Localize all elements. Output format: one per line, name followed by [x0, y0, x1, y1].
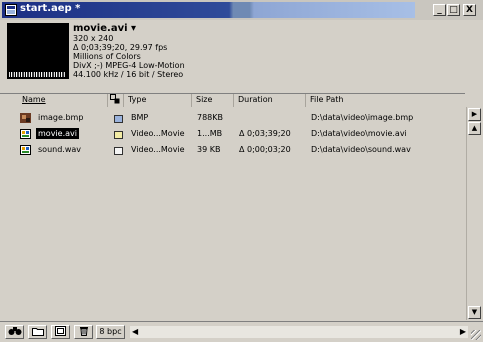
- item-type: Video...Movie: [131, 145, 185, 154]
- window-title: start.aep *: [20, 3, 81, 14]
- folder-icon: [31, 328, 44, 336]
- project-items-list: image.bmp BMP 788KB D:\data\video\image.…: [0, 108, 465, 320]
- maximize-button[interactable]: □: [447, 4, 460, 16]
- image-thumbnail-icon: [20, 113, 31, 123]
- label-swatch[interactable]: [114, 131, 123, 139]
- scroll-down-icon[interactable]: ▼: [468, 306, 481, 319]
- new-composition-button[interactable]: [51, 325, 70, 339]
- scroll-left-icon[interactable]: ◀: [132, 327, 138, 336]
- preview-thumbnail: [7, 23, 69, 79]
- column-header-file-path[interactable]: File Path: [306, 94, 465, 107]
- item-name: image.bmp: [38, 113, 84, 122]
- new-folder-button[interactable]: [28, 325, 47, 339]
- movie-footage-icon: [20, 129, 31, 139]
- item-type: Video...Movie: [131, 129, 185, 138]
- vertical-scrollbar[interactable]: ▶ ▲ ▼: [466, 107, 481, 320]
- delete-button[interactable]: [74, 325, 93, 339]
- bottom-toolbar: 8 bpc ◀ ▶: [0, 321, 483, 342]
- list-item[interactable]: image.bmp BMP 788KB D:\data\video\image.…: [0, 110, 465, 126]
- panel-menu-arrow-icon[interactable]: ▶: [468, 108, 481, 121]
- scroll-up-icon[interactable]: ▲: [468, 122, 481, 135]
- preview-thumbnail-strip: [9, 72, 65, 77]
- item-name: movie.avi: [36, 128, 79, 139]
- list-item[interactable]: movie.avi Video...Movie 1...MB Δ 0;03;39…: [0, 126, 465, 142]
- item-size: 39 KB: [197, 145, 221, 154]
- item-size: 1...MB: [197, 129, 223, 138]
- composition-icon: [55, 326, 66, 336]
- item-type: BMP: [131, 113, 149, 122]
- column-header-label[interactable]: [108, 94, 124, 107]
- title-bar[interactable]: start.aep * _ □ X: [0, 0, 483, 20]
- item-file-path: D:\data\video\image.bmp: [311, 113, 414, 122]
- color-depth-button[interactable]: 8 bpc: [96, 325, 125, 339]
- preview-colors: Millions of Colors: [73, 52, 141, 61]
- column-header-name[interactable]: Name: [18, 94, 108, 107]
- resize-grip[interactable]: [471, 330, 481, 340]
- item-name: sound.wav: [38, 145, 82, 154]
- preview-name-text: movie.avi: [73, 23, 128, 34]
- label-swatch[interactable]: [114, 147, 123, 155]
- trash-icon: [79, 327, 88, 336]
- scroll-right-icon[interactable]: ▶: [460, 327, 466, 336]
- preview-audio: 44.100 kHz / 16 bit / Stereo: [73, 70, 184, 79]
- minimize-button[interactable]: _: [433, 4, 446, 16]
- column-header-duration[interactable]: Duration: [234, 94, 306, 107]
- column-header-bar: Name Type Size Duration File Path: [0, 93, 465, 107]
- item-file-path: D:\data\video\movie.avi: [311, 129, 407, 138]
- column-header-size[interactable]: Size: [192, 94, 234, 107]
- audio-footage-icon: [20, 145, 31, 155]
- list-item[interactable]: sound.wav Video...Movie 39 KB Δ 0;00;03;…: [0, 142, 465, 158]
- preview-item-name[interactable]: movie.avi ▾: [73, 23, 185, 34]
- preview-info: movie.avi ▾ 320 x 240 Δ 0;03;39;20, 29.9…: [73, 23, 185, 79]
- find-button[interactable]: [5, 325, 24, 339]
- binoculars-icon: [8, 327, 21, 335]
- item-file-path: D:\data\video\sound.wav: [311, 145, 411, 154]
- preview-codec: DivX ;-) MPEG-4 Low-Motion: [73, 61, 185, 70]
- item-duration: Δ 0;03;39;20: [239, 129, 291, 138]
- preview-duration: Δ 0;03;39;20, 29.97 fps: [73, 43, 168, 52]
- item-size: 788KB: [197, 113, 224, 122]
- label-swatch[interactable]: [114, 115, 123, 123]
- close-button[interactable]: X: [463, 4, 476, 16]
- item-duration: Δ 0;00;03;20: [239, 145, 291, 154]
- label-icon: [110, 94, 120, 104]
- horizontal-scrollbar[interactable]: ◀ ▶: [130, 326, 468, 338]
- chevron-down-icon[interactable]: ▾: [131, 23, 136, 34]
- project-window-icon: [5, 4, 17, 16]
- column-header-type[interactable]: Type: [124, 94, 192, 107]
- preview-dimensions: 320 x 240: [73, 34, 114, 43]
